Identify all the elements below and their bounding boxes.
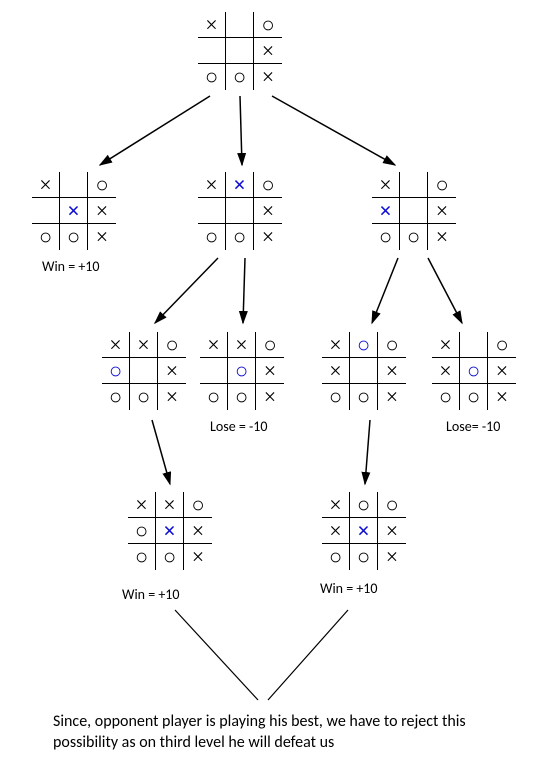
board-l1-c: ×○ ×× ○○× bbox=[372, 172, 456, 250]
board-l2-d: ×○ ×○× ○○× bbox=[432, 332, 516, 410]
board-l3-a: ××○ ○×× ○○× bbox=[128, 492, 212, 570]
score-label: Win = +10 bbox=[42, 258, 100, 275]
board-root: ×○ × ○○× bbox=[198, 12, 282, 90]
caption-text: Since, opponent player is playing his be… bbox=[53, 712, 523, 754]
score-label: Win = +10 bbox=[122, 586, 180, 603]
score-label: Lose= -10 bbox=[446, 418, 500, 435]
score-label: Win = +10 bbox=[320, 580, 378, 597]
board-l2-c: ×○○ ×× ○○× bbox=[322, 332, 406, 410]
score-label: Lose = -10 bbox=[210, 418, 268, 435]
board-l2-a: ××○ ○× ○○× bbox=[102, 332, 186, 410]
board-l1-a: ×○ ×× ○○× bbox=[32, 172, 116, 250]
board-l2-b: ××○ ○× ○○× bbox=[200, 332, 284, 410]
board-l1-b: ××○ × ○○× bbox=[198, 172, 282, 250]
board-l3-b: ×○○ ××× ○○× bbox=[322, 492, 406, 570]
